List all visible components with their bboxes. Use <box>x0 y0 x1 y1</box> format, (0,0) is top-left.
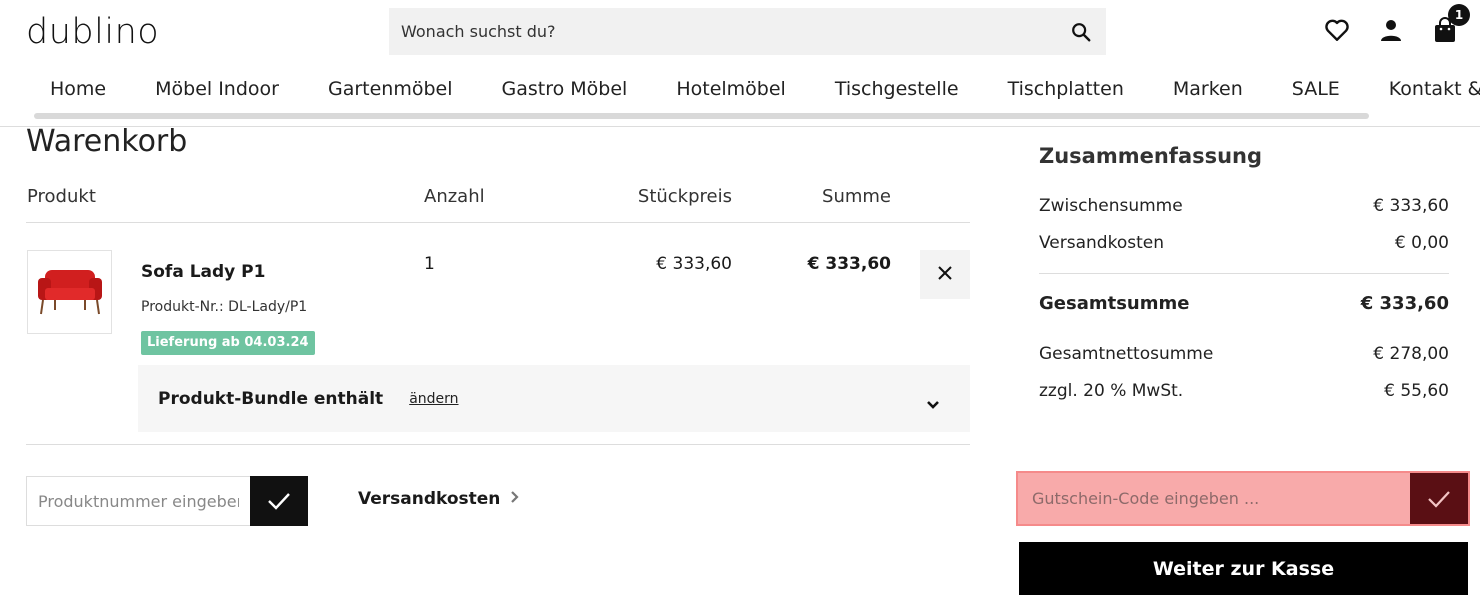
net-total-label: Gesamtnettosumme <box>1039 344 1214 364</box>
column-header-sum: Summe <box>822 186 891 207</box>
nav-item-home[interactable]: Home <box>50 78 106 100</box>
nav-item-gastro-moebel[interactable]: Gastro Möbel <box>502 78 628 100</box>
search-input[interactable] <box>401 22 1068 41</box>
nav-scrollbar[interactable] <box>34 113 1369 119</box>
divider <box>26 444 970 445</box>
nav-item-kontakt[interactable]: Kontakt & Showroom <box>1389 78 1480 100</box>
search-icon[interactable] <box>1068 19 1094 45</box>
user-icon[interactable] <box>1378 16 1404 44</box>
checkmark-icon <box>268 493 290 510</box>
column-header-quantity: Anzahl <box>424 186 485 207</box>
shipping-label: Versandkosten <box>1039 233 1164 253</box>
nav-item-marken[interactable]: Marken <box>1173 78 1243 100</box>
main-navigation: Home Möbel Indoor Gartenmöbel Gastro Möb… <box>0 78 1480 127</box>
remove-item-button[interactable] <box>920 250 970 299</box>
voucher-input[interactable] <box>1018 473 1410 524</box>
delivery-badge: Lieferung ab 04.03.24 <box>141 331 315 355</box>
product-number-form <box>26 476 308 526</box>
net-total-value: € 278,00 <box>1373 344 1449 364</box>
summary-divider <box>1039 273 1449 274</box>
nav-item-moebel-indoor[interactable]: Möbel Indoor <box>155 78 279 100</box>
product-line-sum: € 333,60 <box>807 254 891 274</box>
product-number-input[interactable] <box>26 476 250 526</box>
total-label: Gesamtsumme <box>1039 293 1190 314</box>
total-row: Gesamtsumme € 333,60 <box>1039 293 1449 314</box>
shipping-row: Versandkosten € 0,00 <box>1039 233 1449 253</box>
apply-voucher-button[interactable] <box>1410 473 1468 524</box>
net-total-row: Gesamtnettosumme € 278,00 <box>1039 344 1449 364</box>
column-header-unit-price: Stückpreis <box>637 186 732 207</box>
product-bundle-accordion[interactable]: Produkt-Bundle enthält ändern <box>138 365 970 432</box>
heart-icon[interactable] <box>1324 16 1350 44</box>
close-icon <box>937 265 953 285</box>
chevron-right-icon <box>510 489 519 509</box>
nav-item-sale[interactable]: SALE <box>1292 78 1340 100</box>
checkout-button[interactable]: Weiter zur Kasse <box>1019 542 1468 595</box>
shipping-costs-label: Versandkosten <box>358 489 501 509</box>
product-name[interactable]: Sofa Lady P1 <box>141 262 265 282</box>
vat-row: zzgl. 20 % MwSt. € 55,60 <box>1039 381 1449 401</box>
cart-count-badge: 1 <box>1448 4 1470 26</box>
nav-item-hotelmoebel[interactable]: Hotelmöbel <box>676 78 786 100</box>
search-bar[interactable] <box>389 8 1106 55</box>
nav-item-tischplatten[interactable]: Tischplatten <box>1008 78 1124 100</box>
chevron-down-icon[interactable] <box>926 395 940 414</box>
checkmark-icon <box>1428 490 1450 508</box>
voucher-form <box>1016 471 1470 526</box>
cart-table-header: Produkt Anzahl Stückpreis Summe <box>26 186 970 223</box>
bundle-title: Produkt-Bundle enthält <box>158 388 384 409</box>
product-number: Produkt-Nr.: DL-Lady/P1 <box>141 299 308 315</box>
nav-item-gartenmoebel[interactable]: Gartenmöbel <box>328 78 453 100</box>
header-icons: 1 <box>1324 4 1470 44</box>
add-product-button[interactable] <box>250 476 308 526</box>
page-title: Warenkorb <box>26 124 188 159</box>
product-image[interactable] <box>27 250 112 334</box>
total-value: € 333,60 <box>1360 293 1449 314</box>
nav-item-tischgestelle[interactable]: Tischgestelle <box>835 78 959 100</box>
column-header-product: Produkt <box>27 186 96 207</box>
vat-label: zzgl. 20 % MwSt. <box>1039 381 1184 401</box>
subtotal-label: Zwischensumme <box>1039 196 1183 216</box>
product-unit-price: € 333,60 <box>656 254 732 274</box>
subtotal-value: € 333,60 <box>1373 196 1449 216</box>
bundle-change-link[interactable]: ändern <box>409 391 458 407</box>
bag-icon[interactable]: 1 <box>1432 4 1470 44</box>
summary-title: Zusammenfassung <box>1039 144 1263 168</box>
site-logo[interactable]: dublino <box>26 12 159 52</box>
vat-value: € 55,60 <box>1384 381 1449 401</box>
shipping-value: € 0,00 <box>1394 233 1449 253</box>
subtotal-row: Zwischensumme € 333,60 <box>1039 196 1449 216</box>
product-quantity: 1 <box>424 254 435 274</box>
shipping-costs-link[interactable]: Versandkosten <box>358 489 519 509</box>
